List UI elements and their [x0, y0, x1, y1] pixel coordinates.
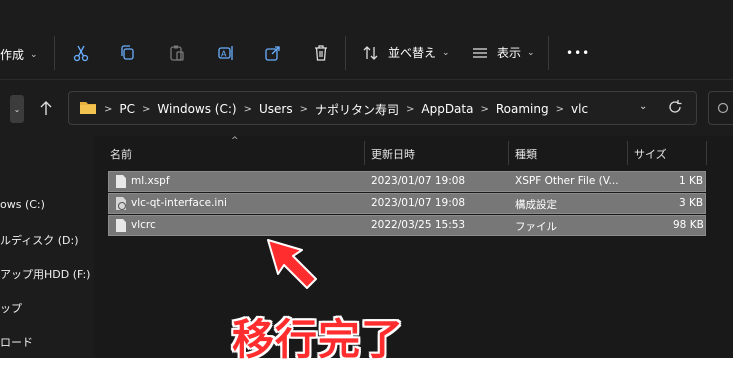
toolbar-divider	[345, 36, 346, 70]
nav-item-backup-hdd-f[interactable]: アップ用HDD (F:)	[0, 266, 90, 282]
annotation-text: 移行完了	[232, 315, 405, 364]
new-button[interactable]: 作成 ⌄	[0, 46, 38, 63]
file-type: XSPF Other File (V...	[515, 175, 619, 187]
column-divider[interactable]	[627, 141, 628, 165]
copy-icon[interactable]	[119, 44, 137, 62]
file-icon	[116, 219, 126, 232]
column-header-name[interactable]: 名前	[110, 143, 132, 165]
chevron-right-icon: >	[104, 103, 113, 115]
search-icon	[717, 101, 731, 120]
sort-button[interactable]: 並べ替え ⌄	[362, 44, 450, 61]
file-type: ファイル	[515, 221, 557, 233]
table-row[interactable]: vlc-qt-interface.ini 2023/01/07 19:08 構成…	[108, 193, 706, 214]
breadcrumb-appdata[interactable]: AppData	[421, 102, 473, 116]
file-date: 2023/01/07 19:08	[371, 175, 466, 187]
search-input[interactable]	[708, 91, 733, 125]
folder-icon	[79, 100, 97, 118]
chevron-down-icon: ⌄	[30, 49, 38, 60]
column-divider[interactable]	[364, 141, 365, 165]
address-dropdown-icon[interactable]: ⌄	[639, 101, 647, 112]
file-date: 2023/01/07 19:08	[371, 197, 466, 209]
new-label: 作成	[0, 48, 25, 62]
breadcrumb-user[interactable]: ナポリタン寿司	[315, 101, 399, 118]
rename-icon[interactable]: A	[217, 44, 235, 62]
config-file-icon	[116, 197, 126, 210]
address-row: ⌄ > PC > Windows (C:) > Users > ナポリタン寿司 …	[0, 80, 733, 136]
address-bar[interactable]: > PC > Windows (C:) > Users > ナポリタン寿司 > …	[68, 91, 697, 125]
file-rows: ml.xspf 2023/01/07 19:08 XSPF Other File…	[108, 171, 706, 237]
file-list: ^ 名前 更新日時 種類 サイズ ml.xspf 2023/01/07 19:0…	[94, 136, 733, 358]
file-size: 3 KB	[679, 197, 704, 209]
cut-icon[interactable]	[72, 44, 90, 62]
sort-ascending-icon: ^	[231, 136, 239, 146]
toolbar-divider	[54, 36, 55, 70]
more-options-button[interactable]: •••	[566, 46, 590, 60]
column-divider[interactable]	[706, 141, 707, 165]
chevron-right-icon: >	[555, 103, 565, 115]
toolbar-divider	[548, 36, 549, 70]
command-bar: 作成 ⌄ A 並べ替え ⌄ 表示 ⌄ •••	[0, 0, 733, 80]
chevron-right-icon: >	[299, 103, 308, 115]
column-header-date[interactable]: 更新日時	[371, 143, 415, 165]
delete-icon[interactable]	[312, 44, 330, 62]
chevron-right-icon: >	[480, 103, 489, 115]
column-divider[interactable]	[508, 141, 509, 165]
view-list-icon	[471, 45, 489, 61]
svg-text:A: A	[221, 50, 227, 59]
nav-item-downloads[interactable]: ロード	[0, 334, 33, 350]
table-row[interactable]: vlcrc 2022/03/25 15:53 ファイル 98 KB	[108, 215, 706, 236]
nav-item-windows-c[interactable]: ows (C:)	[0, 198, 45, 211]
back-button[interactable]: ⌄	[10, 95, 24, 123]
breadcrumb-roaming[interactable]: Roaming	[496, 102, 549, 116]
up-arrow-icon[interactable]	[38, 99, 54, 121]
file-size: 1 KB	[679, 175, 704, 187]
file-name: ml.xspf	[131, 175, 170, 187]
breadcrumb-drive[interactable]: Windows (C:)	[157, 102, 236, 116]
sort-label: 並べ替え	[388, 46, 437, 60]
breadcrumb: > PC > Windows (C:) > Users > ナポリタン寿司 > …	[79, 100, 588, 118]
navigation-pane: ows (C:) ルディスク (D:) アップ用HDD (F:) ップ ロード	[0, 136, 94, 358]
xspf-file-icon	[116, 175, 126, 188]
breadcrumb-users[interactable]: Users	[259, 102, 293, 116]
chevron-right-icon: >	[243, 103, 252, 115]
nav-item-desktop[interactable]: ップ	[0, 300, 22, 316]
file-size: 98 KB	[673, 219, 704, 231]
file-date: 2022/03/25 15:53	[371, 219, 466, 231]
annotation-arrow-icon	[262, 234, 322, 298]
file-name: vlc-qt-interface.ini	[131, 197, 227, 209]
column-header-type[interactable]: 種類	[515, 143, 537, 165]
file-type: 構成設定	[515, 199, 557, 211]
chevron-down-icon: ⌄	[442, 47, 450, 58]
share-icon[interactable]	[264, 44, 282, 62]
column-header-size[interactable]: サイズ	[634, 143, 667, 165]
file-name: vlcrc	[131, 219, 156, 231]
refresh-icon[interactable]	[667, 99, 683, 119]
nav-item-local-disk-d[interactable]: ルディスク (D:)	[0, 232, 79, 248]
paste-icon[interactable]	[168, 44, 186, 62]
chevron-right-icon: >	[405, 103, 415, 115]
breadcrumb-pc[interactable]: PC	[119, 102, 135, 116]
view-label: 表示	[497, 46, 522, 60]
breadcrumb-vlc[interactable]: vlc	[571, 102, 588, 116]
view-button[interactable]: 表示 ⌄	[471, 44, 535, 61]
chevron-down-icon: ⌄	[13, 104, 21, 114]
table-row[interactable]: ml.xspf 2023/01/07 19:08 XSPF Other File…	[108, 171, 706, 192]
sort-icon	[362, 45, 380, 61]
chevron-right-icon: >	[142, 103, 151, 115]
more-icon: •••	[566, 46, 591, 60]
chevron-down-icon: ⌄	[527, 47, 535, 58]
